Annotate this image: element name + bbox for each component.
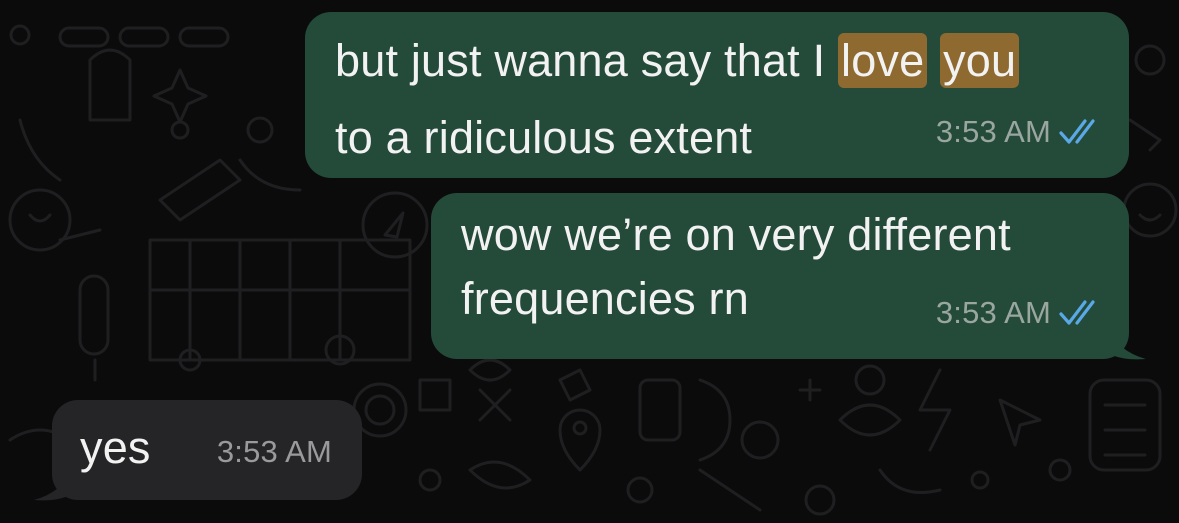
- double-check-read-icon: [1059, 119, 1095, 144]
- message-meta: 3:53 AM: [217, 420, 332, 484]
- message-time: 3:53 AM: [935, 295, 1051, 330]
- outgoing-message[interactable]: wow we’re on very different frequencies …: [431, 193, 1129, 359]
- message-text-line: yes: [80, 422, 151, 473]
- message-time: 3:53 AM: [935, 114, 1051, 149]
- search-highlight: love: [838, 33, 928, 88]
- message-time: 3:53 AM: [216, 434, 332, 469]
- bubble-tail: [1108, 330, 1146, 360]
- bubble-tail: [34, 471, 72, 501]
- message-meta: 3:53 AM: [936, 281, 1103, 345]
- search-highlight: you: [940, 33, 1020, 88]
- chat-view: but just wanna say that I love you to a …: [0, 0, 1179, 523]
- message-text-line: frequencies rn: [461, 273, 749, 324]
- message-text-line: to a ridiculous extent: [335, 112, 753, 163]
- double-check-read-icon: [1059, 300, 1095, 325]
- incoming-message[interactable]: yes 3:53 AM: [52, 400, 362, 500]
- message-text-line: wow we’re on very different: [461, 209, 1011, 260]
- message-text-segment: but just wanna say that I: [335, 35, 838, 86]
- message-meta: 3:53 AM: [936, 100, 1103, 164]
- outgoing-message[interactable]: but just wanna say that I love you to a …: [305, 12, 1129, 178]
- message-text: but just wanna say that I love you: [335, 29, 1020, 93]
